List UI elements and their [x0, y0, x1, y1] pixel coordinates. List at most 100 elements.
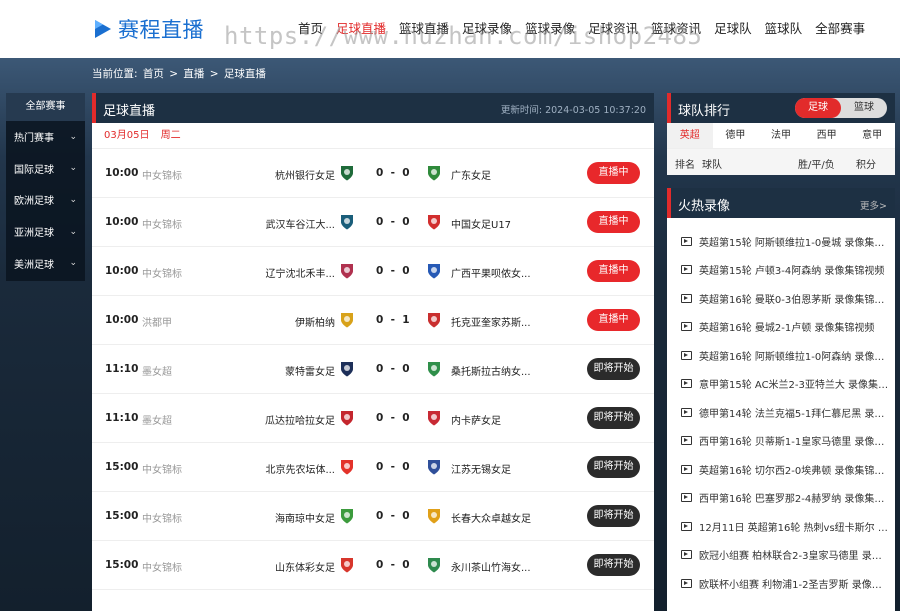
video-item[interactable]: 英超第16轮 切尔西2-0埃弗顿 录像集锦视频 — [667, 455, 895, 484]
match-row: 10:00 中女锦标 武汉车谷江大... 0 - 0 中国女足U17 直播中 — [92, 198, 654, 247]
more-link[interactable]: 更多> — [860, 198, 887, 212]
upcoming-button[interactable]: 即将开始 — [587, 407, 640, 429]
away-team[interactable]: 中国女足U17 — [451, 216, 511, 231]
home-team[interactable]: 杭州银行女足 — [275, 167, 335, 182]
switch-basketball[interactable]: 篮球 — [841, 98, 887, 118]
video-item[interactable]: 意甲第15轮 AC米兰2-3亚特兰大 录像集锦视频 — [667, 370, 895, 399]
away-team[interactable]: 广西平果呗侬女... — [451, 265, 531, 280]
update-time-value: 2024-03-05 10:37:20 — [545, 105, 646, 116]
sidebar-item-label: 热门赛事 — [14, 133, 54, 145]
video-play-icon — [681, 493, 692, 503]
video-item[interactable]: 欧联杯小组赛 利物浦1-2圣吉罗斯 录像集锦 — [667, 569, 895, 598]
video-title: 英超第16轮 曼城2-1卢顿 录像集锦视频 — [699, 323, 875, 335]
nav-item[interactable]: 篮球队 — [765, 18, 803, 37]
sidebar-item[interactable]: 国际足球 ⌄ — [6, 153, 85, 185]
sidebar-item-label: 欧洲足球 — [14, 196, 54, 208]
nav-item[interactable]: 足球直播 — [336, 18, 386, 37]
home-team[interactable]: 伊斯柏纳 — [295, 314, 335, 329]
league-tab[interactable]: 西甲 — [804, 123, 850, 148]
league-tab[interactable]: 英超 — [667, 123, 713, 148]
watch-live-button[interactable]: 直播中 — [587, 260, 640, 282]
video-item[interactable]: 英超第15轮 卢顿3-4阿森纳 录像集锦视频 — [667, 256, 895, 285]
chevron-down-icon: ⌄ — [69, 131, 77, 142]
nav-item[interactable]: 首页 — [298, 18, 323, 37]
match-score: 0 - 1 — [376, 314, 410, 326]
away-team[interactable]: 永川茶山竹海女... — [451, 559, 531, 574]
video-item[interactable]: 英超第16轮 曼联0-3伯恩茅斯 录像集锦视频 — [667, 284, 895, 313]
chevron-down-icon: ⌄ — [69, 226, 77, 237]
away-team[interactable]: 长春大众卓越女足 — [451, 510, 531, 525]
home-team[interactable]: 蒙特雷女足 — [285, 363, 335, 378]
upcoming-button[interactable]: 即将开始 — [587, 358, 640, 380]
nav-item[interactable]: 篮球直播 — [399, 18, 449, 37]
away-team-crest-icon — [425, 262, 443, 280]
away-team[interactable]: 江苏无锡女足 — [451, 461, 511, 476]
video-item[interactable]: 英超第16轮 曼城2-1卢顿 录像集锦视频 — [667, 313, 895, 342]
upcoming-button[interactable]: 即将开始 — [587, 456, 640, 478]
home-team-crest-icon — [338, 556, 356, 574]
home-team[interactable]: 瓜达拉哈拉女足 — [265, 412, 335, 427]
away-team[interactable]: 托克亚奎家苏斯... — [451, 314, 531, 329]
league-tab[interactable]: 意甲 — [849, 123, 895, 148]
breadcrumb-home[interactable]: 首页 — [143, 68, 164, 80]
home-team[interactable]: 海南琼中女足 — [275, 510, 335, 525]
sidebar-all-events[interactable]: 全部赛事 — [6, 93, 85, 121]
sidebar-item[interactable]: 欧洲足球 ⌄ — [6, 184, 85, 216]
match-row: 10:00 中女锦标 辽宁沈北禾丰... 0 - 0 广西平果呗侬女... 直播中 — [92, 247, 654, 296]
watch-live-button[interactable]: 直播中 — [587, 309, 640, 331]
home-team[interactable]: 武汉车谷江大... — [265, 216, 335, 231]
sidebar-item[interactable]: 热门赛事 ⌄ — [6, 121, 85, 153]
col-rank: 排名 — [675, 160, 695, 171]
upcoming-button[interactable]: 即将开始 — [587, 505, 640, 527]
video-item[interactable]: 12月11日 英超第16轮 热刺vs纽卡斯尔 全场录像 — [667, 512, 895, 541]
category-sidebar: 全部赛事 热门赛事 ⌄ 国际足球 ⌄ 欧洲足球 ⌄ 亚洲足球 ⌄ 美洲足球 ⌄ — [6, 93, 85, 281]
breadcrumb-section[interactable]: 直播 — [183, 68, 204, 80]
sport-switch: 足球 篮球 — [795, 98, 887, 118]
video-item[interactable]: 西甲第16轮 贝蒂斯1-1皇家马德里 录像集锦视频 — [667, 427, 895, 456]
league-tab[interactable]: 法甲 — [758, 123, 804, 148]
video-item[interactable]: 欧冠小组赛 柏林联合2-3皇家马德里 录像集锦 — [667, 541, 895, 570]
match-league: 洪都甲 — [142, 318, 172, 329]
match-score: 0 - 0 — [376, 510, 410, 522]
nav-item[interactable]: 足球队 — [714, 18, 752, 37]
video-item[interactable]: 西甲第16轮 巴塞罗那2-4赫罗纳 录像集锦视频 — [667, 484, 895, 513]
nav-item[interactable]: 足球资讯 — [588, 18, 638, 37]
update-label: 更新时间: — [500, 105, 543, 116]
league-tab[interactable]: 德甲 — [713, 123, 759, 148]
col-record: 胜/平/负 — [798, 160, 835, 171]
home-team-crest-icon — [338, 409, 356, 427]
home-team[interactable]: 北京先农坛体... — [265, 461, 335, 476]
watch-live-button[interactable]: 直播中 — [587, 162, 640, 184]
crest-shape — [341, 558, 353, 573]
switch-football[interactable]: 足球 — [795, 98, 841, 118]
away-team[interactable]: 桑托斯拉古纳女... — [451, 363, 531, 378]
video-title: 欧冠小组赛 柏林联合2-3皇家马德里 录像集锦 — [699, 551, 889, 563]
match-score: 0 - 0 — [376, 559, 410, 571]
nav-item[interactable]: 全部赛事 — [815, 18, 865, 37]
match-league: 中女锦标 — [142, 220, 182, 231]
top-header: 赛程直播 首页 足球直播 篮球直播 足球录像 篮球录像 足球资讯 篮球资讯 足球队 篮球队 全部赛… — [0, 0, 900, 58]
away-team[interactable]: 内卡萨女足 — [451, 412, 501, 427]
video-item[interactable]: 英超第15轮 阿斯顿维拉1-0曼城 录像集锦视频 — [667, 227, 895, 256]
crest-shape — [428, 264, 440, 279]
home-team[interactable]: 辽宁沈北禾丰... — [265, 265, 335, 280]
video-item[interactable]: 德甲第14轮 法兰克福5-1拜仁慕尼黑 录像集锦视频 — [667, 398, 895, 427]
site-logo[interactable]: 赛程直播 — [92, 14, 204, 44]
sidebar-item[interactable]: 亚洲足球 ⌄ — [6, 216, 85, 248]
video-item[interactable]: 英超第16轮 阿斯顿维拉1-0阿森纳 录像集锦视频 — [667, 341, 895, 370]
watch-live-button[interactable]: 直播中 — [587, 211, 640, 233]
video-title: 西甲第16轮 贝蒂斯1-1皇家马德里 录像集锦视频 — [699, 437, 889, 449]
nav-item[interactable]: 足球录像 — [462, 18, 512, 37]
crest-shape — [341, 166, 353, 181]
upcoming-button[interactable]: 即将开始 — [587, 554, 640, 576]
home-team[interactable]: 山东体彩女足 — [275, 559, 335, 574]
sidebar-item[interactable]: 美洲足球 ⌄ — [6, 247, 85, 279]
nav-item[interactable]: 篮球录像 — [525, 18, 575, 37]
match-score: 0 - 0 — [376, 265, 410, 277]
col-points: 积分 — [856, 160, 876, 171]
match-row: 15:00 中女锦标 山东体彩女足 0 - 0 永川茶山竹海女... 即将开始 — [92, 541, 654, 590]
crest-shape — [341, 215, 353, 230]
away-team[interactable]: 广东女足 — [451, 167, 491, 182]
hot-videos-panel: 火热录像 更多> 英超第15轮 阿斯顿维拉1-0曼城 录像集锦视频 英超第15轮 … — [667, 188, 895, 611]
nav-item[interactable]: 篮球资讯 — [651, 18, 701, 37]
